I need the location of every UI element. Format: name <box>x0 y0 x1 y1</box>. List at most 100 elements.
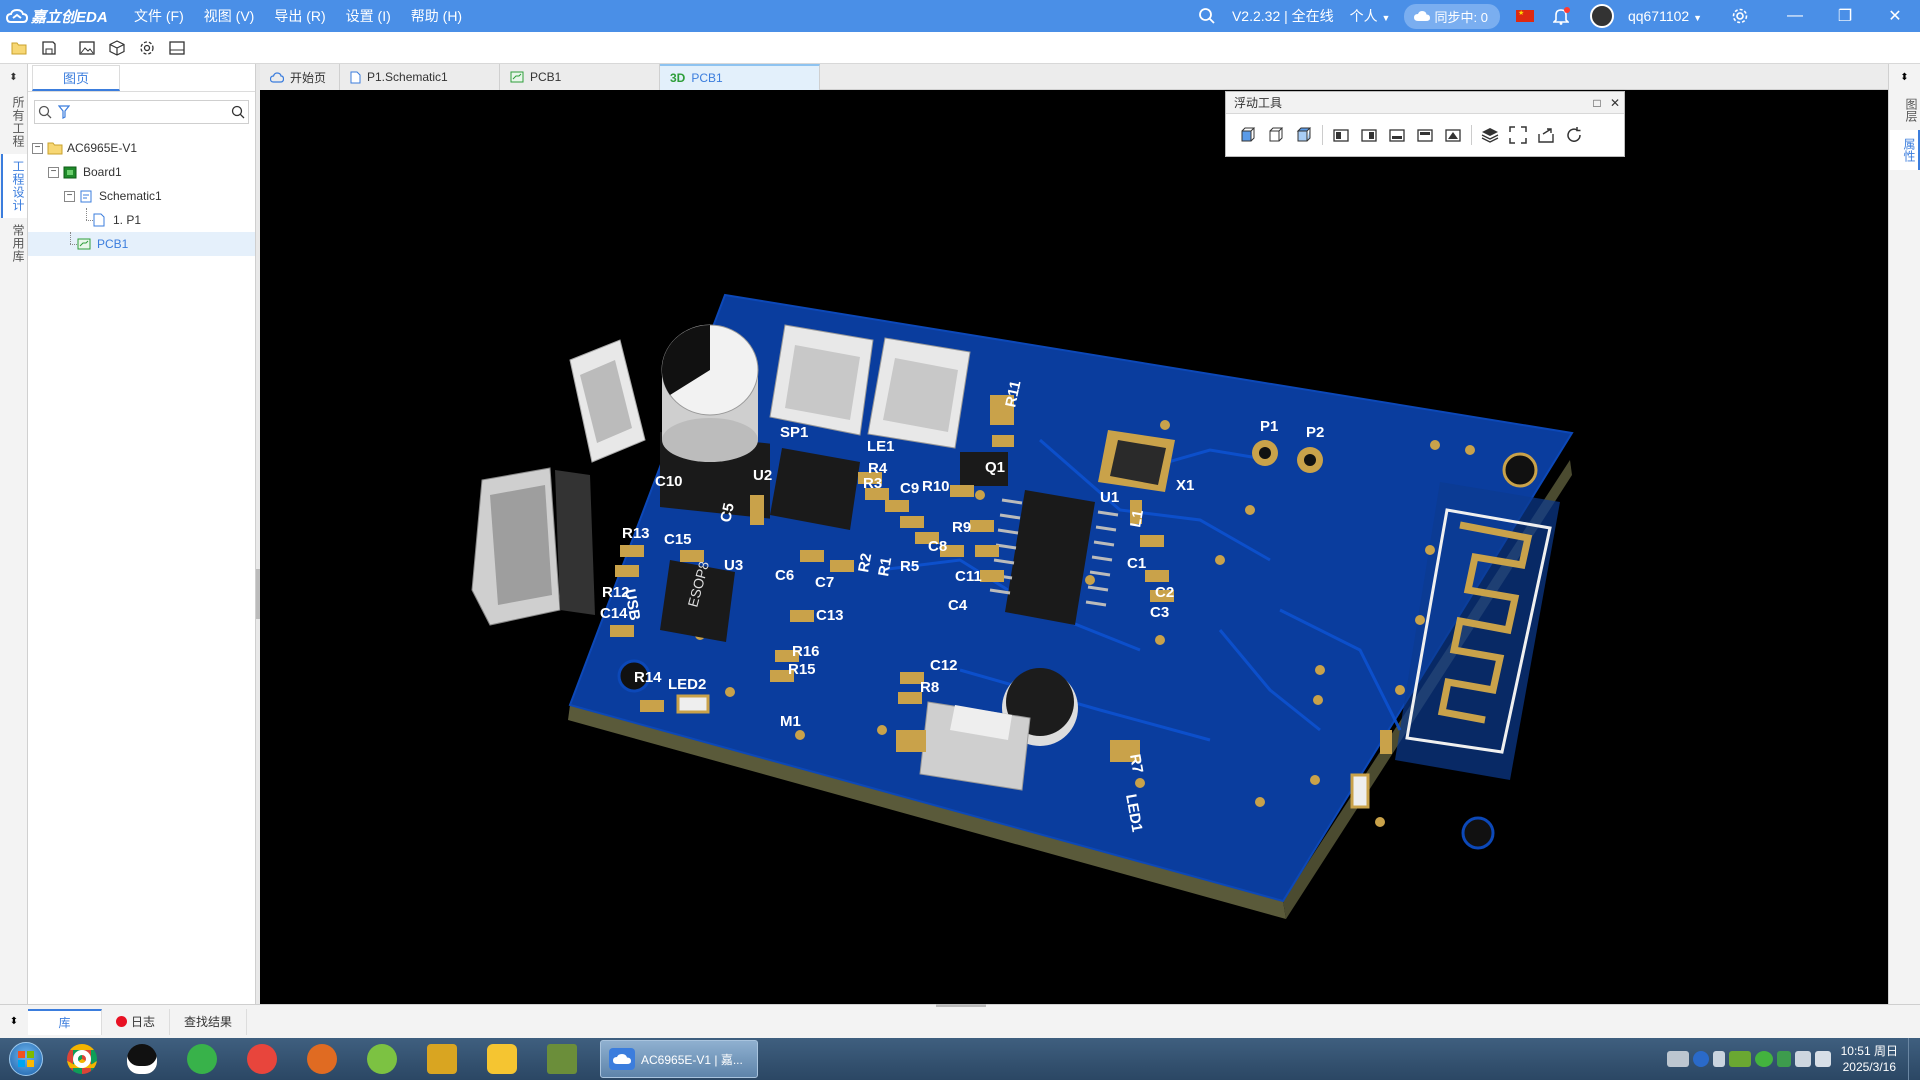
maximize-icon[interactable]: □ <box>1588 96 1606 110</box>
vtab-common-library[interactable]: 常用库 <box>1 218 27 269</box>
taskbar-active-eda[interactable]: AC6965E-V1 | 嘉... <box>600 1040 758 1078</box>
cube-iso-icon <box>1417 129 1433 142</box>
model-button[interactable] <box>102 34 132 62</box>
document-tabs: 开始页 P1.Schematic1 PCB1 3D PCB1 <box>260 64 1888 90</box>
taskbar-app-face[interactable] <box>292 1038 352 1080</box>
menu-view[interactable]: 视图 (V) <box>194 0 265 32</box>
taskbar-qq[interactable] <box>112 1038 172 1080</box>
3d-viewport[interactable]: ESOP8 C10 SP1 LE1 R11 P1 P2 U2 R4 R3 C9 … <box>260 90 1888 1004</box>
tab-library[interactable]: 库 <box>28 1008 102 1035</box>
vtab-layers[interactable]: 图层 <box>1890 90 1920 130</box>
tray-network-icon[interactable] <box>1794 1051 1811 1067</box>
menu-file[interactable]: 文件 (F) <box>124 0 194 32</box>
menu-settings[interactable]: 设置 (I) <box>336 0 401 32</box>
tree-item-page[interactable]: 1. P1 <box>28 208 255 232</box>
menu-export[interactable]: 导出 (R) <box>264 0 335 32</box>
tab-schematic-page[interactable]: P1.Schematic1 <box>340 64 500 90</box>
vtab-project-design[interactable]: 工程设计 <box>1 154 27 218</box>
sync-button[interactable]: 同步中: 0 <box>1404 3 1500 29</box>
clock-date: 2025/3/16 <box>1842 1060 1896 1074</box>
tree-item-label: AC6965E-V1 <box>67 141 138 155</box>
view-left-button[interactable] <box>1327 121 1355 149</box>
taskbar-app-yellow[interactable] <box>412 1038 472 1080</box>
tab-pages[interactable]: 图页 <box>32 65 120 91</box>
taskbar-clock[interactable]: 10:51 周日 2025/3/16 <box>1833 1043 1908 1075</box>
tray-nvidia-icon[interactable] <box>1728 1051 1751 1067</box>
toolbar-settings-button[interactable] <box>132 34 162 62</box>
view-iso2-button[interactable] <box>1439 121 1467 149</box>
search-button[interactable] <box>1190 0 1224 32</box>
username-menu[interactable]: qq671102 ▼ <box>1620 8 1710 24</box>
taskbar-app-green[interactable] <box>172 1038 232 1080</box>
collapse-icon[interactable]: − <box>64 190 75 202</box>
refresh-button[interactable] <box>1560 121 1588 149</box>
collapse-icon[interactable]: − <box>48 166 59 178</box>
save-button[interactable] <box>34 34 64 62</box>
refresh-icon <box>1567 127 1581 142</box>
cube-top-icon <box>1296 127 1312 142</box>
tab-log[interactable]: 日志 <box>102 1008 171 1035</box>
tray-360-icon[interactable] <box>1754 1051 1773 1067</box>
language-flag-icon[interactable] <box>1515 10 1534 22</box>
tab-find-results[interactable]: 查找结果 <box>170 1008 248 1035</box>
close-icon[interactable]: ✕ <box>1606 96 1624 110</box>
start-button[interactable] <box>0 1038 52 1080</box>
pcb-silk-r16: R16 <box>792 643 820 660</box>
workspace-select[interactable]: 个人 ▼ <box>1342 6 1399 26</box>
taskbar-app-plus[interactable] <box>352 1038 412 1080</box>
collapse-icon[interactable]: − <box>32 142 43 154</box>
filter-icon[interactable] <box>54 101 73 123</box>
vtab-properties[interactable]: 属性 <box>1890 130 1920 170</box>
taskbar-app-cube[interactable] <box>532 1038 592 1080</box>
view-front-button[interactable] <box>1234 121 1262 149</box>
open-project-button[interactable] <box>4 34 34 62</box>
tray-keyboard-icon[interactable] <box>1666 1051 1689 1067</box>
tree-item-board[interactable]: − Board1 <box>28 160 255 184</box>
settings-button[interactable] <box>1710 0 1770 32</box>
search-icon <box>35 101 54 123</box>
tray-shield-icon[interactable] <box>1776 1051 1791 1067</box>
taskbar-chrome[interactable] <box>52 1038 112 1080</box>
avatar[interactable] <box>1589 4 1614 28</box>
panel-toggle-button[interactable] <box>162 34 192 62</box>
restore-button[interactable]: ❐ <box>1820 0 1870 32</box>
close-window-button[interactable]: ✕ <box>1870 0 1920 32</box>
taskbar-app-red[interactable] <box>232 1038 292 1080</box>
view-iso-button[interactable] <box>1411 121 1439 149</box>
tab-3d-pcb[interactable]: 3D PCB1 <box>660 64 820 90</box>
view-back-button[interactable] <box>1262 121 1290 149</box>
search-input[interactable] <box>73 102 229 122</box>
export-view-button[interactable] <box>1532 121 1560 149</box>
menu-help[interactable]: 帮助 (H) <box>401 0 472 32</box>
pin-icon[interactable]: ⬍ <box>0 64 27 90</box>
fit-view-button[interactable] <box>1504 121 1532 149</box>
app-logo: 嘉立创EDA <box>6 6 124 27</box>
tab-start-page[interactable]: 开始页 <box>260 64 340 90</box>
pin-icon[interactable]: ⬍ <box>0 1016 28 1027</box>
taskbar-app-k[interactable] <box>472 1038 532 1080</box>
notification-button[interactable] <box>1544 0 1578 32</box>
floating-tools-header[interactable]: 浮动工具 □ ✕ <box>1226 92 1624 114</box>
layers-button[interactable] <box>1476 121 1504 149</box>
tray-help-icon[interactable] <box>1692 1051 1709 1067</box>
close-icon: ✕ <box>1888 8 1902 25</box>
vtab-all-projects[interactable]: 所有工程 <box>1 90 27 154</box>
tree-item-project[interactable]: − AC6965E-V1 <box>28 136 255 160</box>
tray-volume-icon[interactable] <box>1814 1051 1831 1067</box>
tree-item-schematic[interactable]: − Schematic1 <box>28 184 255 208</box>
tray-bluetooth-icon[interactable] <box>1712 1051 1725 1067</box>
pin-icon[interactable]: ⬍ <box>1889 64 1920 90</box>
tab-pcb[interactable]: PCB1 <box>500 64 660 90</box>
show-desktop-button[interactable] <box>1908 1038 1920 1080</box>
minimize-button[interactable]: — <box>1770 0 1820 32</box>
view-top-button[interactable] <box>1290 121 1318 149</box>
view-bottom-button[interactable] <box>1383 121 1411 149</box>
tree-item-pcb[interactable]: PCB1 <box>28 232 255 256</box>
search-submit-icon[interactable] <box>229 101 248 123</box>
pcb-silk-c1: C1 <box>1127 555 1146 572</box>
bottom-splitter[interactable] <box>936 1004 986 1007</box>
view-right-button[interactable] <box>1355 121 1383 149</box>
pcb-silk-r2: R2 <box>855 552 875 574</box>
pcb-silk-sp1: SP1 <box>780 424 808 441</box>
export-image-button[interactable] <box>72 34 102 62</box>
